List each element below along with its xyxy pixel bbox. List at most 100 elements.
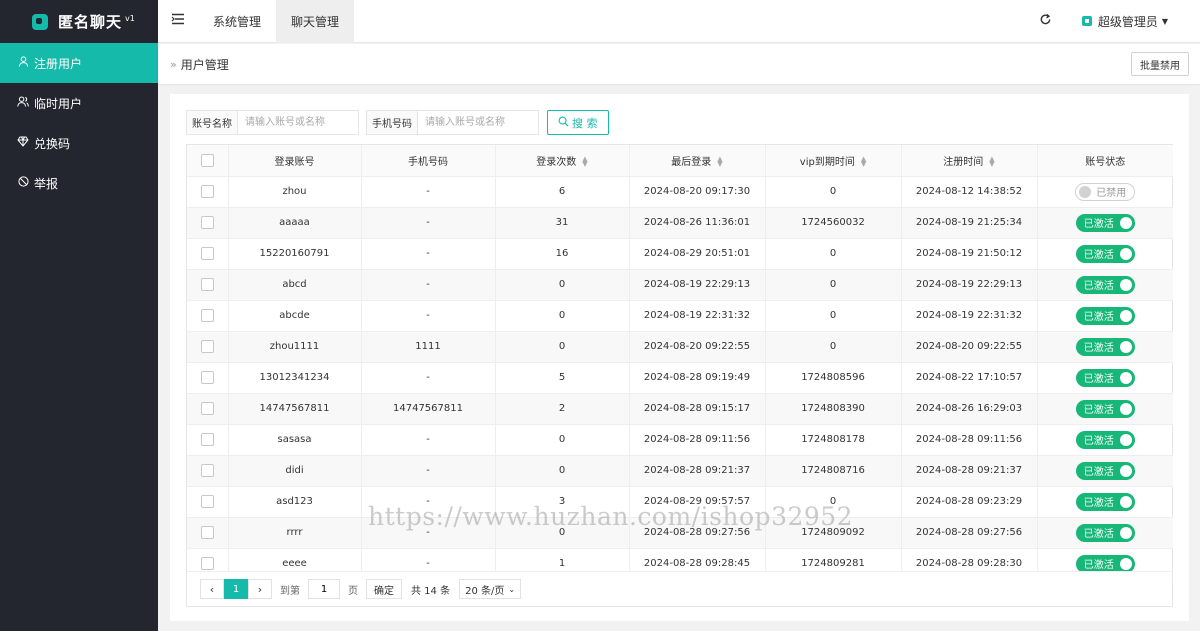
sort-icon[interactable]: ▲ ▼	[717, 155, 722, 167]
column-header-phone: 手机号码	[361, 145, 496, 177]
row-checkbox[interactable]	[200, 340, 214, 353]
toggle-knob	[1079, 185, 1092, 198]
cell-status: 已激活	[1037, 207, 1173, 239]
sort-icon[interactable]: ▲ ▼	[861, 155, 866, 167]
toggle-knob	[1119, 247, 1132, 260]
status-toggle[interactable]: 已激活	[1075, 554, 1135, 573]
row-checkbox[interactable]	[200, 371, 214, 384]
row-select-cell	[187, 517, 229, 549]
current-page-button[interactable]: 1	[224, 579, 248, 599]
row-checkbox[interactable]	[200, 278, 214, 291]
status-label: 已激活	[1083, 560, 1114, 571]
admin-user-menu[interactable]: 超级管理员 ▼	[1081, 13, 1168, 30]
logo[interactable]: 匿名聊天 v1	[0, 0, 158, 43]
sidebar-item-temp-users[interactable]: 临时用户	[0, 83, 158, 123]
prev-page-button[interactable]: ‹	[200, 579, 224, 599]
cell-account: 14747567811	[228, 393, 362, 425]
search-button[interactable]: 搜 索	[547, 110, 609, 135]
toggle-knob	[1119, 495, 1132, 508]
cell-last-login: 2024-08-29 20:51:01	[629, 238, 766, 270]
cell-account: abcd	[228, 269, 362, 301]
account-input[interactable]	[238, 111, 358, 134]
table-row: 13012341234-5 2024-08-28 09:19:49 17248085…	[187, 362, 1173, 394]
tab-chat-management[interactable]: 聊天管理	[276, 0, 355, 43]
phone-search-field: 手机号码	[366, 110, 539, 135]
row-checkbox[interactable]	[200, 185, 214, 198]
toggle-knob	[1119, 309, 1132, 322]
cell-account: abcde	[228, 300, 362, 332]
row-checkbox[interactable]	[200, 216, 214, 229]
row-checkbox[interactable]	[200, 402, 214, 415]
sidebar-item-label: 举报	[34, 176, 59, 191]
refresh-icon[interactable]	[1039, 12, 1052, 30]
phone-input[interactable]	[418, 111, 538, 134]
cell-phone: -	[361, 238, 496, 270]
cell-login-count: 0	[495, 424, 630, 456]
diamond-icon	[16, 136, 30, 150]
select-all-checkbox[interactable]	[200, 153, 214, 167]
status-toggle[interactable]: 已激活	[1075, 461, 1135, 480]
status-label: 已激活	[1083, 436, 1114, 447]
cell-last-login: 2024-08-29 09:57:57	[629, 486, 766, 518]
chevron-down-icon: ▼	[1161, 16, 1168, 26]
column-header-register-time: 注册时间 ▲ ▼	[901, 145, 1038, 177]
page-size-select[interactable]: 20 条/页 ⌄	[459, 579, 522, 599]
table-row: didi -0 2024-08-28 09:21:37 1724808716 2024-…	[187, 455, 1173, 487]
column-label: 最后登录	[671, 156, 712, 168]
cell-status: 已激活	[1037, 393, 1173, 425]
column-header-status: 账号状态	[1037, 145, 1173, 177]
row-checkbox[interactable]	[200, 309, 214, 322]
table-row: abcd -0 2024-08-19 22:29:13 0 2024-08-19 22:…	[187, 269, 1173, 301]
sidebar-item-registered-users[interactable]: 注册用户	[0, 43, 158, 83]
cell-last-login: 2024-08-20 09:22:55	[629, 331, 766, 363]
status-toggle[interactable]: 已禁用	[1075, 182, 1136, 201]
cell-login-count: 0	[495, 331, 630, 363]
tab-system-management[interactable]: 系统管理	[198, 0, 276, 43]
row-checkbox[interactable]	[200, 526, 214, 539]
status-toggle[interactable]: 已激活	[1075, 492, 1135, 511]
sort-icon[interactable]: ▲ ▼	[989, 155, 994, 167]
status-toggle[interactable]: 已激活	[1075, 368, 1135, 387]
goto-confirm-button[interactable]: 确定	[366, 579, 402, 599]
sidebar-item-redeem-codes[interactable]: 兑换码	[0, 123, 158, 163]
cell-login-count: 0	[495, 300, 630, 332]
row-checkbox[interactable]	[200, 495, 214, 508]
cell-vip-expiry: 1724808716	[765, 455, 902, 487]
account-label: 账号名称	[187, 111, 238, 134]
sort-icon[interactable]: ▲ ▼	[582, 155, 587, 167]
cell-vip-expiry: 1724809092	[765, 517, 902, 549]
status-label: 已激活	[1083, 374, 1114, 385]
double-chevron-right-icon: »	[170, 57, 177, 71]
row-checkbox[interactable]	[200, 247, 214, 260]
status-toggle[interactable]: 已激活	[1075, 244, 1135, 263]
table-row: abcde -0 2024-08-19 22:31:32 0 2024-08-19 22…	[187, 300, 1173, 332]
cell-login-count: 31	[495, 207, 630, 239]
row-checkbox[interactable]	[200, 557, 214, 570]
status-toggle[interactable]: 已激活	[1075, 213, 1135, 232]
admin-name: 超级管理员	[1097, 14, 1158, 29]
row-select-cell	[187, 486, 229, 518]
row-checkbox[interactable]	[200, 464, 214, 477]
menu-toggle-icon[interactable]	[158, 13, 198, 29]
status-toggle[interactable]: 已激活	[1075, 337, 1135, 356]
cell-status: 已激活	[1037, 300, 1173, 332]
cell-phone: -	[361, 362, 496, 394]
cell-status: 已激活	[1037, 455, 1173, 487]
status-toggle[interactable]: 已激活	[1075, 275, 1135, 294]
batch-disable-button[interactable]: 批量禁用	[1131, 52, 1189, 76]
toggle-knob	[1119, 526, 1132, 539]
cell-register-time: 2024-08-19 21:25:34	[901, 207, 1038, 239]
cell-account: rrrr	[228, 517, 362, 549]
status-toggle[interactable]: 已激活	[1075, 430, 1135, 449]
status-toggle[interactable]: 已激活	[1075, 523, 1135, 542]
toggle-knob	[1119, 371, 1132, 384]
status-label: 已禁用	[1096, 188, 1127, 199]
status-toggle[interactable]: 已激活	[1075, 306, 1135, 325]
status-toggle[interactable]: 已激活	[1075, 399, 1135, 418]
page-number-input[interactable]	[308, 579, 340, 599]
row-checkbox[interactable]	[200, 433, 214, 446]
sidebar-item-label: 临时用户	[34, 96, 83, 111]
cell-register-time: 2024-08-20 09:22:55	[901, 331, 1038, 363]
sidebar-item-reports[interactable]: 举报	[0, 163, 158, 203]
next-page-button[interactable]: ›	[248, 579, 272, 599]
